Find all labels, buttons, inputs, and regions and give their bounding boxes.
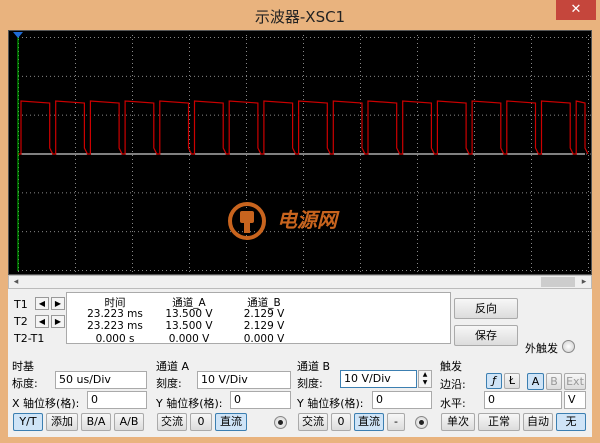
delta-channel-b: 0.000 V: [243, 333, 285, 345]
scope-screen: 电源网: [13, 32, 591, 272]
cursor-t1-label: T1: [14, 298, 28, 311]
channel-b-scale-label: 刻度:: [297, 377, 323, 390]
trigger-single-button[interactable]: 单次: [441, 413, 475, 431]
t1-channel-b: 2.129 V: [243, 308, 285, 320]
channel-b-ac-button[interactable]: 交流: [298, 413, 328, 431]
ext-trigger-label: 外触发: [525, 342, 558, 355]
trigger-source-a-button[interactable]: A: [527, 373, 544, 390]
t2-channel-a: 13.500 V: [165, 320, 213, 332]
oscilloscope-window: 示波器-XSC1 ✕ 电源网 ◂ ▸ T1 ◀ ▶ T2 ◀ ▶ T2-T1 时…: [0, 0, 600, 443]
mode-add-button[interactable]: 添加: [46, 413, 78, 431]
channel-a-ypos-field[interactable]: 0: [230, 391, 291, 409]
scope-display: 电源网: [8, 30, 592, 275]
timebase-scale-label: 标度:: [12, 377, 38, 390]
title-bar: 示波器-XSC1 ✕: [0, 0, 600, 30]
trigger-section-title: 触发: [440, 360, 462, 373]
channel-b-ypos-field[interactable]: 0: [372, 391, 432, 409]
channel-a-scale-field[interactable]: 10 V/Div: [197, 371, 291, 389]
t1-right-arrow-icon[interactable]: ▶: [51, 297, 65, 310]
save-button[interactable]: 保存: [454, 325, 518, 346]
trigger-rising-edge-icon[interactable]: ƒ: [486, 373, 502, 389]
channel-a-scale-label: 刻度:: [156, 377, 182, 390]
t2-channel-b: 2.129 V: [243, 320, 285, 332]
reverse-button[interactable]: 反向: [454, 298, 518, 319]
scroll-right-icon[interactable]: ▸: [577, 276, 591, 288]
channel-b-scale-field[interactable]: 10 V/Div: [340, 370, 417, 388]
trigger-level-label: 水平:: [440, 397, 466, 410]
ext-trigger-radio[interactable]: [562, 340, 575, 353]
channel-a-trace-radio[interactable]: [274, 416, 287, 429]
trigger-level-field[interactable]: 0: [484, 391, 562, 409]
control-panel: T1 ◀ ▶ T2 ◀ ▶ T2-T1 时间 通道_A 通道_B 23.223 …: [8, 289, 592, 437]
channel-b-invert-button[interactable]: -: [387, 413, 405, 431]
channel-a-section-title: 通道 A: [156, 360, 190, 373]
scroll-thumb[interactable]: [541, 277, 575, 287]
cursor-t1-handle[interactable]: [13, 32, 23, 38]
channel-b-scale-spinner[interactable]: ▲ ▼: [418, 370, 432, 388]
close-button[interactable]: ✕: [556, 0, 596, 20]
timebase-xpos-label: X 轴位移(格):: [12, 397, 80, 410]
channel-a-ac-button[interactable]: 交流: [157, 413, 187, 431]
mode-ab-button[interactable]: A/B: [114, 413, 144, 431]
delta-time: 0.000 s: [95, 333, 135, 345]
svg-text:电源网: 电源网: [277, 208, 340, 232]
mode-ba-button[interactable]: B/A: [81, 413, 111, 431]
watermark-logo: 电源网: [228, 202, 340, 240]
channel-b-ypos-label: Y 轴位移(格):: [297, 397, 364, 410]
t2-right-arrow-icon[interactable]: ▶: [51, 315, 65, 328]
delta-channel-a: 0.000 V: [168, 333, 210, 345]
t1-time: 23.223 ms: [87, 308, 143, 320]
channel-a-ypos-label: Y 轴位移(格):: [156, 397, 223, 410]
channel-a-zero-button[interactable]: 0: [190, 413, 212, 431]
measurement-readout: 时间 通道_A 通道_B 23.223 ms 13.500 V 2.129 V …: [66, 292, 451, 345]
trigger-edge-label: 边沿:: [440, 378, 466, 391]
timebase-scale-field[interactable]: 50 us/Div: [55, 371, 147, 389]
channel-b-trace-radio[interactable]: [415, 416, 428, 429]
timebase-xpos-field[interactable]: 0: [87, 391, 147, 409]
trigger-level-unit[interactable]: V: [564, 391, 586, 409]
trigger-auto-button[interactable]: 自动: [523, 413, 553, 431]
channel-b-section-title: 通道 B: [297, 360, 331, 373]
channel-b-zero-button[interactable]: 0: [331, 413, 351, 431]
cursor-delta-label: T2-T1: [14, 332, 45, 345]
t2-left-arrow-icon[interactable]: ◀: [35, 315, 49, 328]
trigger-source-b-button[interactable]: B: [546, 373, 562, 390]
window-title: 示波器-XSC1: [254, 8, 346, 26]
scroll-left-icon[interactable]: ◂: [9, 276, 23, 288]
timebase-section-title: 时基: [12, 360, 34, 373]
t2-time: 23.223 ms: [87, 320, 143, 332]
channel-a-dc-button[interactable]: 直流: [215, 413, 247, 431]
trigger-source-ext-button[interactable]: Ext: [564, 373, 586, 390]
cursor-t2-label: T2: [14, 315, 28, 328]
t1-channel-a: 13.500 V: [165, 308, 213, 320]
trigger-none-button[interactable]: 无: [556, 413, 586, 431]
channel-b-dc-button[interactable]: 直流: [354, 413, 384, 431]
mode-yt-button[interactable]: Y/T: [13, 413, 43, 431]
trigger-normal-button[interactable]: 正常: [478, 413, 520, 431]
horizontal-scrollbar[interactable]: ◂ ▸: [8, 275, 592, 289]
trigger-falling-edge-icon[interactable]: Ł: [504, 373, 520, 389]
t1-left-arrow-icon[interactable]: ◀: [35, 297, 49, 310]
